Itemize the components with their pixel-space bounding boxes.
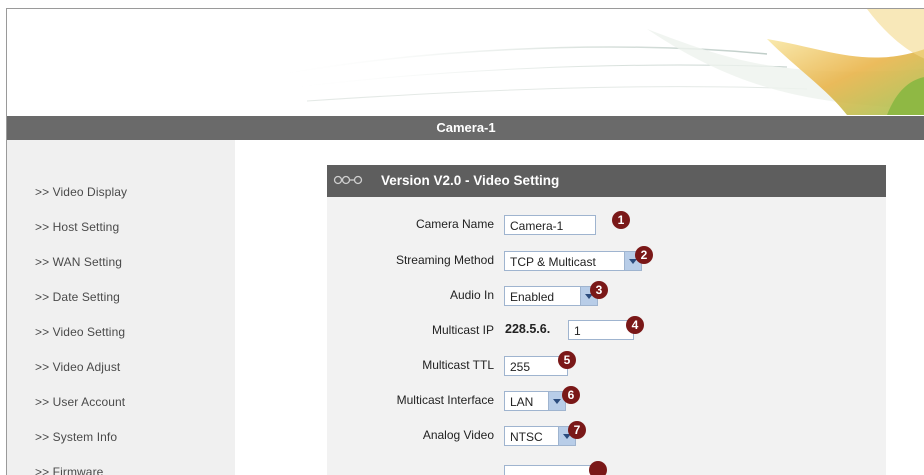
sidebar-item-user-account[interactable]: >> User Account [35, 395, 125, 409]
camera-title-bar: Camera-1 [7, 116, 924, 140]
chain-link-icon [333, 175, 363, 185]
streaming-method-value: TCP & Multicast [510, 255, 596, 269]
sidebar-item-video-setting[interactable]: >> Video Setting [35, 325, 125, 339]
multicast-ip-label: Multicast IP [431, 323, 494, 337]
header-banner [7, 9, 924, 115]
multicast-ip-prefix: 228.5.6. [505, 322, 551, 336]
callout-badge-1: 1 [612, 211, 630, 229]
multicast-interface-label: Multicast Interface [396, 393, 494, 407]
callout-badge-7: 7 [568, 421, 586, 439]
sidebar-item-video-adjust[interactable]: >> Video Adjust [35, 360, 120, 374]
audio-in-label: Audio In [449, 288, 494, 302]
camera-title: Camera-1 [436, 120, 496, 135]
camera-name-label: Camera Name [415, 217, 494, 231]
panel-header: Version V2.0 - Video Setting [327, 165, 886, 197]
sidebar-item-host-setting[interactable]: >> Host Setting [35, 220, 119, 234]
main-content: Version V2.0 - Video Setting Camera Name… [235, 140, 924, 475]
audio-in-value: Enabled [510, 290, 555, 304]
multicast-ip-input[interactable]: 1 [568, 320, 634, 340]
callout-badge-5: 5 [558, 351, 576, 369]
sidebar-item-date-setting[interactable]: >> Date Setting [35, 290, 120, 304]
callout-badge-2: 2 [635, 246, 653, 264]
multicast-ttl-label: Multicast TTL [422, 358, 494, 372]
callout-badge-3: 3 [590, 281, 608, 299]
analog-video-label: Analog Video [422, 428, 494, 442]
camera-name-input[interactable]: Camera-1 [504, 215, 596, 235]
streaming-method-select[interactable]: TCP & Multicast [504, 251, 642, 271]
sidebar-item-video-display[interactable]: >> Video Display [35, 185, 127, 199]
panel-title: Version V2.0 - Video Setting [381, 173, 560, 188]
sidebar-nav: >> Video Display >> Host Setting >> WAN … [7, 140, 235, 475]
multicast-interface-value: LAN [510, 395, 534, 409]
app-frame: Camera-1 >> Video Display >> Host Settin… [6, 8, 924, 475]
analog-video-select[interactable]: NTSC [504, 426, 576, 446]
audio-in-select[interactable]: Enabled [504, 286, 598, 306]
streaming-method-label: Streaming Method [395, 253, 494, 267]
analog-video-value: NTSC [510, 430, 543, 444]
banner-graphic [256, 9, 924, 115]
callout-badge-4: 4 [626, 316, 644, 334]
multicast-interface-select[interactable]: LAN [504, 391, 566, 411]
video-setting-panel: Version V2.0 - Video Setting Camera Name… [327, 165, 886, 475]
sidebar-item-wan-setting[interactable]: >> WAN Setting [35, 255, 122, 269]
callout-badge-6: 6 [562, 386, 580, 404]
sidebar-item-system-info[interactable]: >> System Info [35, 430, 117, 444]
callout-badge-8-partial [589, 461, 607, 475]
